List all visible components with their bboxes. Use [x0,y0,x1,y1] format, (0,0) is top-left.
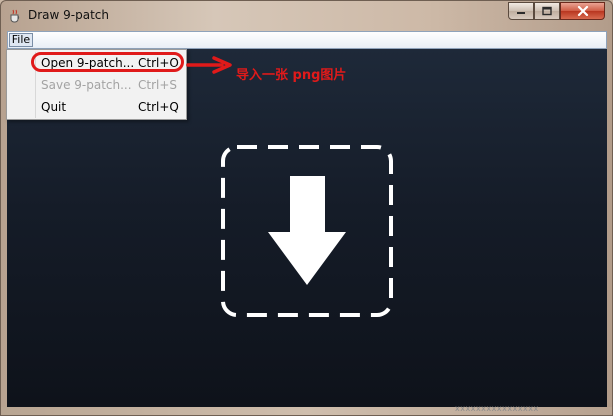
java-cup-icon [8,8,22,23]
annotation-arrow-icon [186,56,232,74]
watermark-text: xxxxxxxxxxxxxxxx [455,404,539,413]
download-arrow-icon[interactable] [220,144,396,320]
menu-item-shortcut: Ctrl+Q [138,100,179,114]
menu-bar: File [7,31,607,49]
close-icon [577,6,588,16]
maximize-button[interactable] [534,2,560,20]
menu-item-save-9-patch[interactable]: Save 9-patch... Ctrl+S [9,75,184,96]
window-title: Draw 9-patch [28,8,109,22]
maximize-icon [542,6,552,16]
menu-file[interactable]: File [9,33,33,47]
minimize-icon [517,12,525,14]
title-bar[interactable]: Draw 9-patch [1,1,612,31]
menu-item-shortcut: Ctrl+S [138,78,178,92]
menu-item-quit[interactable]: Quit Ctrl+Q [9,97,184,118]
minimize-button[interactable] [508,2,534,20]
annotation-highlight-oval [31,52,184,72]
close-button[interactable] [560,2,605,20]
menu-item-label: Save 9-patch... [41,78,132,92]
annotation-text: 导入一张 png图片 [236,68,347,83]
menu-item-label: Quit [41,100,67,114]
